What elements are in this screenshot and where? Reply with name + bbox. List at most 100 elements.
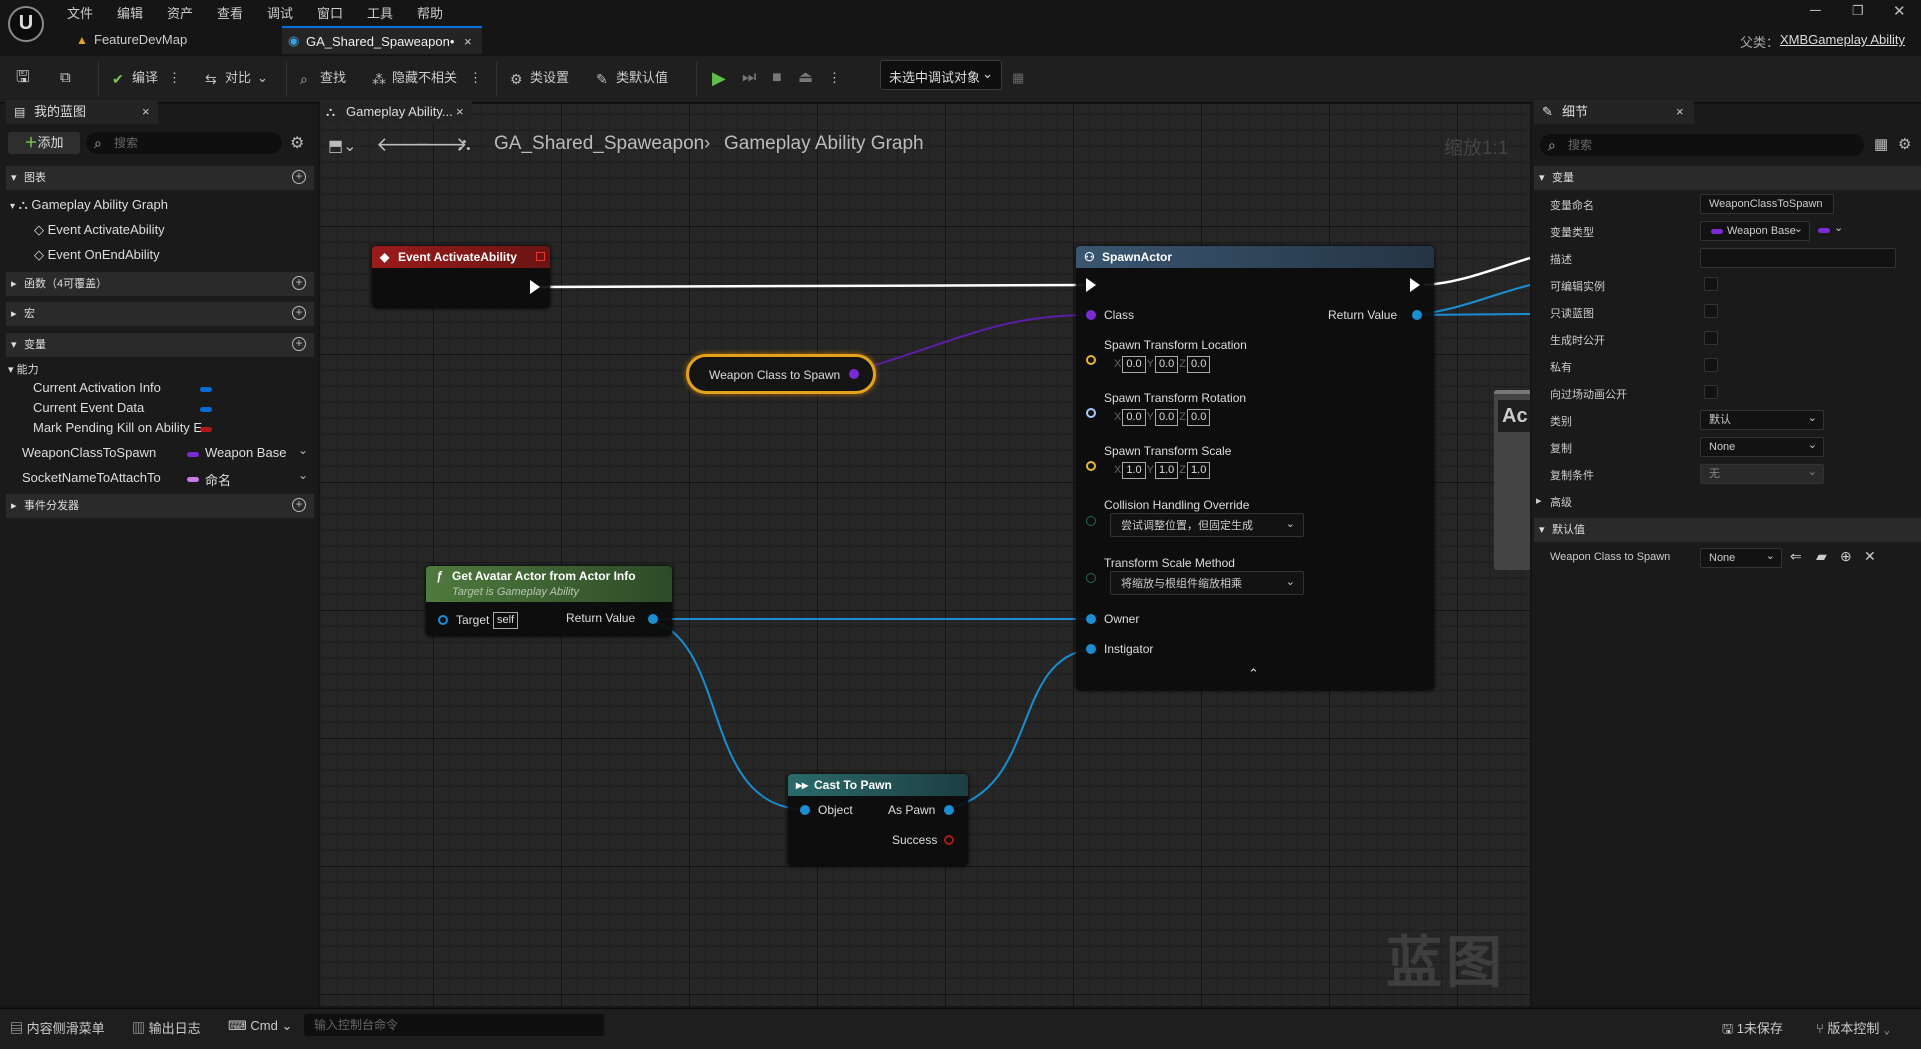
add-icon[interactable]: ⊕ xyxy=(1840,548,1852,565)
collision-dropdown[interactable]: 尝试调整位置，但固定生成 ⌄ xyxy=(1110,513,1304,537)
value-box[interactable]: 0.0 xyxy=(1122,409,1146,426)
location-pin[interactable] xyxy=(1086,355,1096,365)
instance-editable-checkbox[interactable] xyxy=(1704,277,1718,291)
node-header: ⚇ SpawnActor xyxy=(1076,246,1434,268)
class-out-pin[interactable] xyxy=(849,369,859,379)
expose-on-spawn-checkbox[interactable] xyxy=(1704,331,1718,345)
return-value-label: Return Value xyxy=(1328,308,1398,322)
chevron-down-icon: ⌄ xyxy=(1807,439,1817,451)
category-label: 默认值 xyxy=(1552,524,1585,536)
collision-value: 尝试调整位置，但固定生成 xyxy=(1121,520,1253,532)
scale-method-pin[interactable] xyxy=(1086,573,1096,583)
value-box[interactable]: 0.0 xyxy=(1122,356,1146,373)
value-box[interactable]: 1.0 xyxy=(1187,462,1211,479)
event-activate-ability-node[interactable]: ◆ Event ActivateAbility xyxy=(372,246,550,308)
instigator-label: Instigator xyxy=(1104,642,1154,656)
rotation-values[interactable]: X 0.0 Y 0.0 Z 0.0 xyxy=(1114,409,1211,426)
instigator-pin[interactable] xyxy=(1086,644,1096,654)
replication-condition-value: 无 xyxy=(1709,468,1720,480)
rotation-pin[interactable] xyxy=(1086,408,1096,418)
value-box[interactable]: 0.0 xyxy=(1187,356,1211,373)
return-value-pin[interactable] xyxy=(1412,310,1422,320)
success-pin[interactable] xyxy=(944,835,954,845)
chevron-down-icon[interactable]: ⌄ xyxy=(1834,221,1843,234)
scale-pin[interactable] xyxy=(1086,461,1096,471)
delegate-pin-icon[interactable] xyxy=(536,252,545,261)
browse-icon[interactable]: ▰ xyxy=(1816,548,1827,565)
owner-label: Owner xyxy=(1104,612,1140,626)
container-type-pill[interactable] xyxy=(1818,228,1830,233)
class-pin[interactable] xyxy=(1086,310,1096,320)
use-selected-icon[interactable]: ⇐ xyxy=(1790,548,1802,565)
default-value-dropdown[interactable]: None ⌄ xyxy=(1700,548,1782,568)
node-header: ▸▸ Cast To Pawn xyxy=(788,774,968,796)
private-checkbox[interactable] xyxy=(1704,358,1718,372)
row-advanced[interactable]: ▸ 高级 xyxy=(1530,488,1921,514)
category-combo[interactable]: 默认 ⌄ xyxy=(1700,410,1824,430)
expand-arrow-icon: ▾ xyxy=(1539,172,1545,184)
save-icon: 🖫 xyxy=(1722,1021,1737,1036)
exec-out-pin[interactable] xyxy=(530,280,540,294)
clear-icon[interactable]: ✕ xyxy=(1864,548,1876,565)
node-title: SpawnActor xyxy=(1102,250,1173,264)
value-box[interactable]: 1.0 xyxy=(1122,462,1146,479)
row-label: 变量类型 xyxy=(1550,227,1594,239)
value-box[interactable]: 0.0 xyxy=(1187,409,1211,426)
cast-to-pawn-node[interactable]: ▸▸ Cast To Pawn Object As Pawn Success xyxy=(788,774,968,866)
category-default-value[interactable]: ▾ 默认值 xyxy=(1534,518,1921,542)
variable-type-dropdown[interactable]: Weapon Base ⌄ xyxy=(1700,221,1810,241)
replication-condition-dropdown[interactable]: 无 ⌄ xyxy=(1700,464,1824,484)
gear-icon[interactable]: ⚙ xyxy=(1898,135,1911,153)
category-label: 变量 xyxy=(1552,172,1574,184)
target-value-box[interactable]: self xyxy=(493,612,519,629)
spawn-actor-node[interactable]: ⚇ SpawnActor Class Return Value Spawn Tra… xyxy=(1076,246,1434,690)
cmd-dropdown[interactable]: ⌨ Cmd ⌄ xyxy=(228,1018,292,1034)
tab-details[interactable]: ✎ 细节 × xyxy=(1534,100,1694,124)
value-box[interactable]: 0.0 xyxy=(1154,409,1179,426)
source-control-button[interactable]: ⑂ 版本控制 ⌄ xyxy=(1816,1018,1891,1037)
axis-label: X xyxy=(1114,464,1122,476)
return-value-pin[interactable] xyxy=(648,614,658,624)
collision-pin[interactable] xyxy=(1086,516,1096,526)
value-box[interactable]: 1.0 xyxy=(1154,462,1179,479)
close-panel-icon[interactable]: × xyxy=(1676,100,1684,124)
row-checkbox: 向过场动画公开 xyxy=(1530,380,1921,406)
location-values[interactable]: X 0.0 Y 0.0 Z 0.0 xyxy=(1114,356,1211,373)
exec-out-pin[interactable] xyxy=(1410,278,1420,292)
as-pawn-pin[interactable] xyxy=(944,805,954,815)
location-label: Spawn Transform Location xyxy=(1104,338,1247,352)
variable-name-input[interactable]: WeaponClassToSpawn xyxy=(1700,194,1834,214)
row-label: 生成时公开 xyxy=(1550,335,1605,347)
output-log-button[interactable]: ▥ 输出日志 xyxy=(132,1018,201,1037)
collapse-icon[interactable]: ⌃ xyxy=(1248,666,1259,682)
console-input[interactable]: 输入控制台命令 xyxy=(304,1014,604,1036)
row-checkbox: 只读蓝图 xyxy=(1530,299,1921,325)
content-drawer-button[interactable]: ▤ 内容侧滑菜单 xyxy=(10,1018,105,1037)
owner-pin[interactable] xyxy=(1086,614,1096,624)
scale-method-dropdown[interactable]: 将缩放与根组件缩放相乘 ⌄ xyxy=(1110,571,1304,595)
weapon-class-variable-node[interactable]: Weapon Class to Spawn xyxy=(686,354,876,394)
value-box[interactable]: 0.0 xyxy=(1154,356,1179,373)
object-pin[interactable] xyxy=(800,805,810,815)
expose-cinematics-checkbox[interactable] xyxy=(1704,385,1718,399)
terminal-icon: ⌨ xyxy=(228,1018,251,1033)
unsaved-button[interactable]: 🖫 1未保存 xyxy=(1722,1018,1783,1042)
exec-wire-out xyxy=(1423,256,1531,287)
partial-node[interactable]: Ac xyxy=(1494,390,1530,570)
return-value-label: Return Value xyxy=(566,611,636,625)
exec-in-pin[interactable] xyxy=(1086,278,1096,292)
scale-values[interactable]: X 1.0 Y 1.0 Z 1.0 xyxy=(1114,462,1211,479)
details-search-input[interactable]: ⌕ 搜索 xyxy=(1540,134,1864,156)
replication-dropdown[interactable]: None ⌄ xyxy=(1700,437,1824,457)
scale-label: Spawn Transform Scale xyxy=(1104,444,1232,458)
source-control-icon: ⑂ xyxy=(1816,1021,1828,1036)
readonly-checkbox[interactable] xyxy=(1704,304,1718,318)
table-view-icon[interactable]: ▦ xyxy=(1874,135,1888,153)
description-input[interactable] xyxy=(1700,248,1896,268)
chevron-down-icon: ⌄ xyxy=(1807,412,1817,424)
category-variable[interactable]: ▾ 变量 xyxy=(1534,166,1921,190)
target-pin[interactable] xyxy=(438,615,448,625)
get-avatar-actor-node[interactable]: ƒ Get Avatar Actor from Actor Info Targe… xyxy=(426,566,672,636)
chevron-down-icon: ⌄ xyxy=(1807,466,1817,478)
expand-arrow-icon: ▸ xyxy=(1536,495,1542,507)
